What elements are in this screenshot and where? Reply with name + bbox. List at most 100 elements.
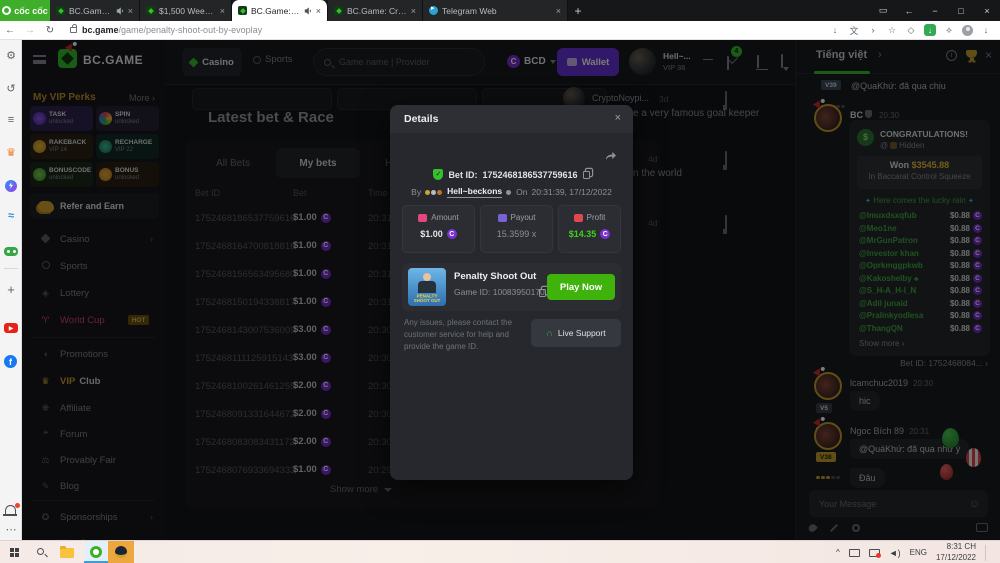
newsfeed-icon[interactable]: ≡ bbox=[0, 114, 22, 126]
game-name: Penalty Shoot Out bbox=[454, 271, 536, 282]
telegram-favicon bbox=[429, 6, 438, 15]
modal-title: Details bbox=[404, 113, 438, 125]
file-explorer-icon[interactable] bbox=[60, 548, 74, 558]
coccoc-glyph bbox=[90, 546, 102, 558]
stat-profit: Profit $14.35C bbox=[558, 205, 621, 253]
translate-icon[interactable]: 文 bbox=[848, 24, 860, 37]
coin-icon: C bbox=[447, 229, 457, 239]
bcgame-favicon bbox=[238, 6, 247, 15]
taskbar-app-icon[interactable] bbox=[108, 541, 134, 563]
copy-icon[interactable] bbox=[539, 289, 546, 297]
tray-time: 8:31 CH bbox=[936, 542, 976, 552]
user-badge bbox=[506, 187, 512, 197]
tab-bcgame-active[interactable]: BC.Game: Crypto Casino × bbox=[232, 0, 328, 21]
messenger-icon[interactable] bbox=[5, 180, 17, 192]
revert-icon[interactable]: ← bbox=[896, 6, 922, 16]
window-close-button[interactable]: × bbox=[974, 6, 1000, 16]
bet-datetime: 20:31:39, 17/12/2022 bbox=[531, 187, 611, 197]
reload-icon[interactable]: ↻ bbox=[40, 25, 60, 36]
modal-header: Details × bbox=[390, 105, 633, 133]
window-minimize-button[interactable]: − bbox=[922, 6, 948, 16]
bookmark-star-icon[interactable]: ☆ bbox=[886, 25, 898, 36]
snapshot-icon[interactable]: ▭ bbox=[870, 5, 896, 16]
clock[interactable]: 8:31 CH 17/12/2022 bbox=[936, 542, 976, 563]
share-icon[interactable] bbox=[604, 151, 617, 161]
verified-shield-icon: ✓ bbox=[433, 169, 443, 180]
download-manager-icon[interactable]: ↓ bbox=[924, 24, 936, 36]
facebook-icon[interactable]: f bbox=[4, 355, 17, 368]
notification-bell-icon[interactable] bbox=[5, 505, 16, 514]
coccoc-menu-button[interactable]: cốc cốc bbox=[0, 0, 50, 21]
bcgame-favicon bbox=[334, 6, 343, 15]
extensions-icon[interactable]: ⟡ bbox=[943, 25, 955, 36]
tab-close-icon[interactable]: × bbox=[128, 6, 133, 16]
tray-date: 17/12/2022 bbox=[936, 553, 976, 563]
tab-audio-icon[interactable] bbox=[304, 7, 312, 15]
by-label: By bbox=[411, 187, 421, 197]
screen: cốc cốc BC.Game: Crypto Casino × $1,500 … bbox=[0, 0, 1000, 563]
tab-bcgame-1[interactable]: BC.Game: Crypto Casino × bbox=[50, 0, 140, 21]
save-page-icon[interactable]: ↓ bbox=[829, 25, 841, 35]
adblock-shield-icon[interactable]: ◇ bbox=[905, 25, 917, 36]
bet-username[interactable]: Hell~beckons bbox=[447, 186, 502, 198]
downloads-tray-icon[interactable]: ↓ bbox=[980, 25, 992, 35]
bcgame-favicon bbox=[56, 6, 65, 15]
volume-icon[interactable]: ◄) bbox=[889, 548, 901, 558]
tab-close-icon[interactable]: × bbox=[556, 6, 561, 16]
tab-close-icon[interactable]: × bbox=[316, 6, 321, 16]
tab-audio-icon[interactable] bbox=[116, 7, 124, 15]
add-shortcut-icon[interactable]: + bbox=[0, 282, 22, 297]
forward-icon[interactable]: → bbox=[20, 25, 40, 36]
history-icon[interactable]: ↺ bbox=[0, 82, 22, 95]
play-now-button[interactable]: Play Now bbox=[547, 274, 615, 300]
bet-id-value: 1752468186537759616 bbox=[482, 170, 577, 180]
browser-addressbar: ← → ↻ bc.game/game/penalty-shoot-out-by-… bbox=[0, 21, 1000, 40]
gamepad-dot bbox=[7, 250, 10, 253]
more-options-icon[interactable]: ⋯ bbox=[0, 523, 22, 536]
profit-icon bbox=[574, 214, 583, 222]
tab-telegram[interactable]: Telegram Web × bbox=[423, 0, 568, 21]
language-indicator[interactable]: ENG bbox=[910, 548, 927, 557]
youtube-icon[interactable]: ▶ bbox=[4, 323, 18, 333]
tray-expand-icon[interactable]: ^ bbox=[836, 548, 840, 557]
hot-news-icon[interactable]: ♛ bbox=[0, 146, 22, 159]
modal-close-icon[interactable]: × bbox=[615, 112, 621, 124]
game-thumbnail[interactable]: PENALTY SHOOT OUT bbox=[408, 268, 446, 306]
divider bbox=[4, 268, 18, 269]
live-support-button[interactable]: ∩ Live Support bbox=[531, 319, 621, 347]
show-desktop-divider[interactable] bbox=[985, 545, 986, 561]
new-tab-button[interactable]: + bbox=[568, 0, 588, 21]
tab-evoplay-promo[interactable]: $1,500 Weekend Evoplay Mu × bbox=[140, 0, 232, 21]
taskbar-coccoc-icon[interactable] bbox=[84, 541, 108, 563]
app-glyph bbox=[115, 546, 127, 558]
bet-details-modal: Details × ✓ Bet ID: 1752468186537759616 … bbox=[390, 105, 633, 480]
back-icon[interactable]: ← bbox=[0, 25, 20, 36]
thumbnail-caption: PENALTY SHOOT OUT bbox=[413, 295, 442, 304]
gamepad-dot bbox=[13, 250, 16, 253]
amount-icon bbox=[418, 214, 427, 222]
windows-taskbar: ^ ◄) ENG 8:31 CH 17/12/2022 bbox=[0, 540, 1000, 563]
window-controls: ▭ ← − □ × bbox=[870, 0, 1000, 21]
url-text[interactable]: bc.game/game/penalty-shoot-out-by-evopla… bbox=[82, 25, 262, 35]
display-icon[interactable] bbox=[849, 549, 860, 557]
games-gamepad-icon[interactable] bbox=[4, 247, 18, 256]
taskbar-tray: ^ ◄) ENG 8:31 CH 17/12/2022 bbox=[836, 541, 1000, 563]
bet-id-line: ✓ Bet ID: 1752468186537759616 bbox=[390, 169, 633, 180]
recording-icon[interactable] bbox=[869, 549, 880, 557]
coccoc-edge-sidebar: ⚙ ↺ ≡ ♛ ≈ + ▶ f ⋯ bbox=[0, 40, 22, 540]
tab-close-icon[interactable]: × bbox=[411, 6, 416, 16]
lock-icon[interactable] bbox=[70, 27, 77, 33]
goalkeeper-figure bbox=[423, 273, 431, 281]
profile-icon[interactable] bbox=[962, 25, 973, 36]
on-label: On bbox=[516, 187, 527, 197]
copy-icon[interactable] bbox=[583, 171, 590, 179]
bcgame-favicon bbox=[146, 6, 155, 15]
window-maximize-button[interactable]: □ bbox=[948, 6, 974, 16]
settings-gear-icon[interactable]: ⚙ bbox=[0, 49, 22, 62]
tab-close-icon[interactable]: × bbox=[220, 6, 225, 16]
share-icon[interactable]: › bbox=[867, 25, 879, 35]
tab-bcgame-2[interactable]: BC.Game: Crypto Casino Ga × bbox=[328, 0, 423, 21]
wave-app-icon[interactable]: ≈ bbox=[0, 210, 22, 222]
taskbar-search-icon[interactable] bbox=[37, 548, 44, 555]
start-button[interactable] bbox=[10, 548, 19, 557]
